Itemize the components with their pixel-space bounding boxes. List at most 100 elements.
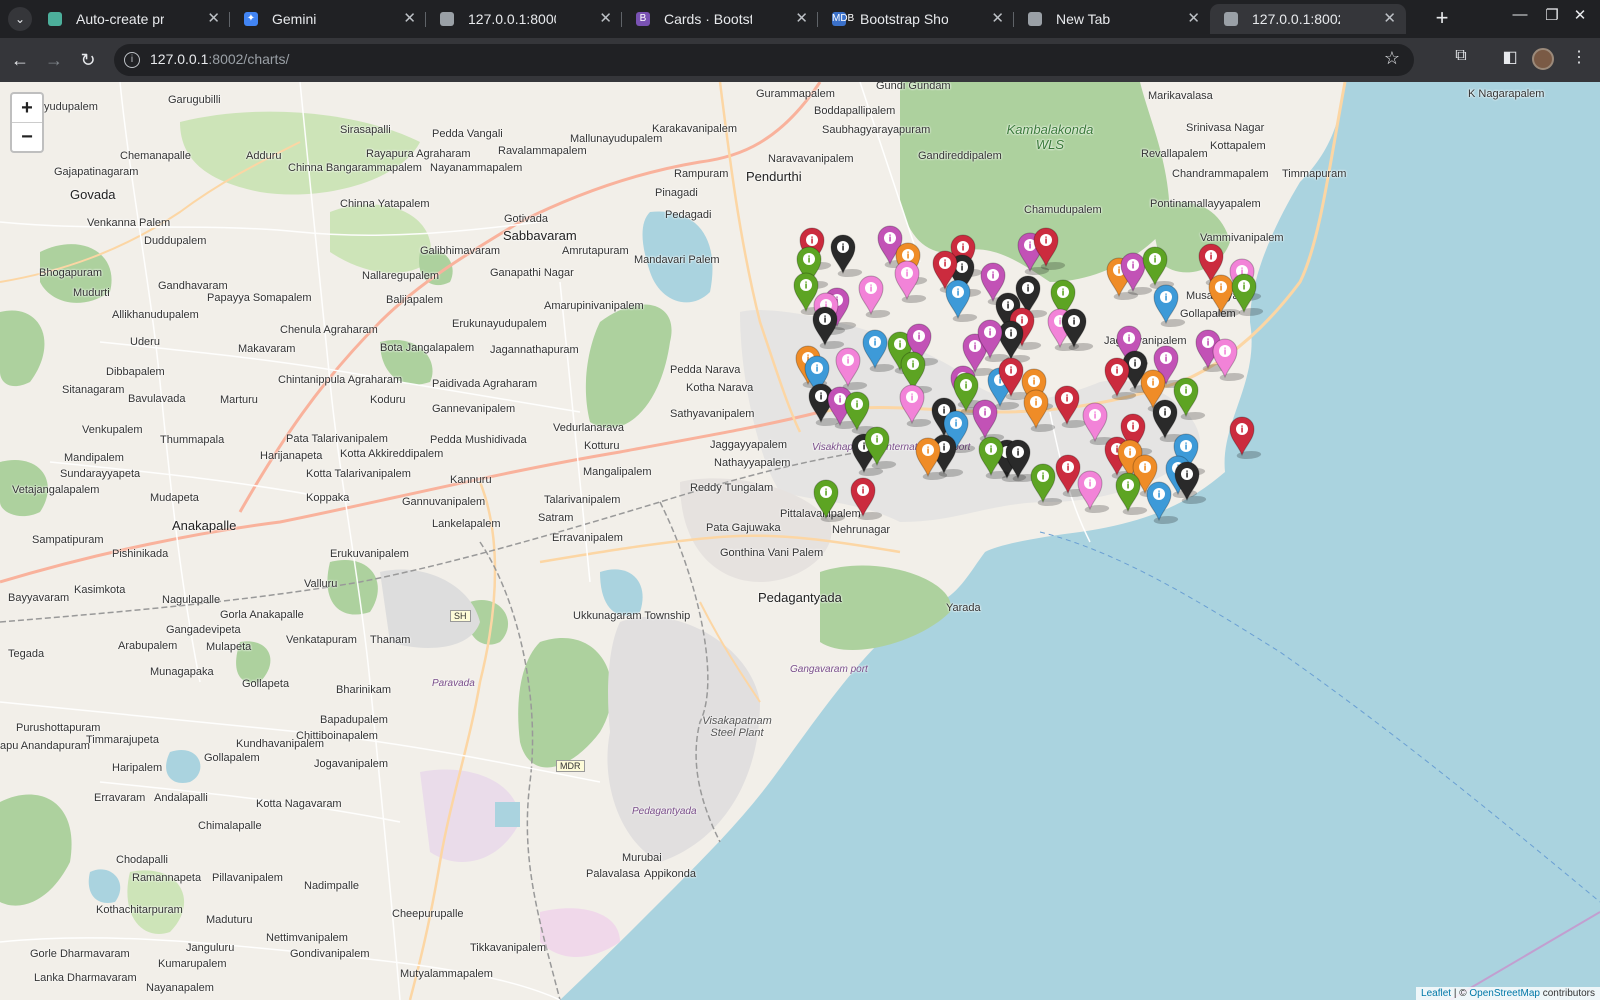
svg-text:i: i [1065,395,1068,405]
url-text[interactable]: 127.0.0.1:8002/charts/ [150,51,289,67]
place-label: Mandavari Palem [634,254,720,266]
map-marker-orange[interactable]: i [914,436,954,480]
place-label: Kotha Narava [686,382,754,394]
bookmark-star-icon[interactable]: ☆ [1384,48,1400,69]
map-marker-pink[interactable]: i [1211,337,1251,381]
place-label: Rayapura Agraharam [366,148,471,160]
place-label: Palavalasa [586,868,640,880]
leaflet-link[interactable]: Leaflet [1421,988,1451,999]
place-label: Kotta Nagavaram [256,798,342,810]
tab-close-icon[interactable]: ✕ [991,4,1004,34]
map-marker-green[interactable]: i [863,425,903,469]
place-label: Jaggayyapalem [710,439,788,451]
svg-text:i: i [1185,471,1188,481]
tab-close-icon[interactable]: ✕ [1187,4,1200,34]
map-marker-green[interactable]: i [1230,272,1270,316]
place-label: Boddapallipalem [814,105,896,117]
place-label: Chemanapalle [120,150,191,162]
tab-1[interactable]: Auto-create profiles ✕ [34,4,230,34]
tab-close-icon[interactable]: ✕ [795,4,808,34]
osm-link[interactable]: OpenStreetMap [1469,988,1540,999]
place-label: Vetajangalapalem [12,484,100,496]
map-marker-red[interactable]: i [1103,356,1143,400]
reload-button[interactable]: ↻ [74,46,102,74]
map-marker-red[interactable]: i [1228,415,1268,459]
tab-4[interactable]: B Cards · Bootstrap v5 ✕ [622,4,818,34]
svg-text:i: i [956,289,959,299]
svg-text:i: i [911,361,914,371]
place-label: Venkupalem [82,424,143,436]
place-label: Marturu [220,394,258,406]
tab-label: Bootstrap Shopping [860,11,948,27]
tab-favicon-icon: ✦ [244,12,258,26]
tab-search-icon[interactable]: ⌄ [8,7,32,31]
menu-kebab-icon[interactable]: ⋮ [1566,47,1592,67]
road-shield: SH [450,610,471,622]
map-marker-black[interactable]: i [811,305,851,349]
tab-label: 127.0.0.1:8002/charts/ [1252,11,1340,27]
back-button[interactable]: ← [6,46,34,74]
svg-text:i: i [1184,387,1187,397]
svg-text:i: i [991,272,994,282]
map-marker-red[interactable]: i [1032,226,1072,270]
close-window-icon[interactable]: ✕ [1560,6,1600,24]
tab-close-icon[interactable]: ✕ [599,4,612,34]
place-label: Gajapatinagaram [54,166,139,178]
place-label: Cheepurupalle [392,908,464,920]
tab-close-icon[interactable]: ✕ [1383,4,1396,34]
address-bar[interactable]: i 127.0.0.1:8002/charts/ ☆ [114,44,1414,76]
profile-avatar[interactable] [1532,48,1554,70]
map-marker-black[interactable]: i [1060,307,1100,351]
place-label: Mutyalammapalem [400,968,493,980]
leaflet-map[interactable]: Govada Sabbavaram Pendurthi Anakapalle Kamba… [0,82,1600,1000]
place-label: Uderu [130,336,160,348]
forward-button[interactable]: → [40,46,68,74]
map-marker-blue[interactable]: i [1152,283,1192,327]
tab-7[interactable]: 127.0.0.1:8002/charts/ ✕ [1210,4,1406,34]
map-marker-green[interactable]: i [812,478,852,522]
side-panel-icon[interactable]: ◧ [1497,47,1523,67]
svg-text:i: i [1115,367,1118,377]
svg-text:i: i [1131,262,1134,272]
tab-2[interactable]: ✦ Gemini ✕ [230,4,426,34]
place-label: Pata Gajuwaka [706,522,781,534]
place-label: Purushottapuram [16,722,101,734]
zoom-out-button[interactable]: − [12,122,42,151]
map-marker-blue[interactable]: i [944,278,984,322]
svg-text:i: i [823,316,826,326]
tab-3[interactable]: 127.0.0.1:8000/shop ✕ [426,4,622,34]
tab-6[interactable]: New Tab ✕ [1014,4,1210,34]
place-label: Kottapalem [1210,140,1266,152]
map-marker-green[interactable]: i [977,435,1017,479]
place-label: Talarivanipalem [544,494,621,506]
svg-text:i: i [875,436,878,446]
place-label: Bota Jangalapalem [380,342,475,354]
map-marker-pink[interactable]: i [1076,469,1116,513]
map-marker-blue[interactable]: i [1145,480,1185,524]
place-label: Appikonda [644,868,696,880]
svg-text:i: i [855,401,858,411]
map-marker-red[interactable]: i [849,476,889,520]
place-label: Gorla Anakapalle [220,609,304,621]
map-marker-green[interactable]: i [1029,462,1069,506]
place-label: Chamudupalem [1024,204,1102,216]
svg-text:i: i [1219,284,1222,294]
place-label: Gotivada [504,213,549,225]
svg-text:i: i [1131,423,1134,433]
tab-label: Gemini [272,11,317,27]
tab-close-icon[interactable]: ✕ [207,4,220,34]
tab-close-icon[interactable]: ✕ [403,4,416,34]
place-label: Andalapalli [154,792,208,804]
place-label: Maduturu [206,914,253,926]
map-marker-pink[interactable]: i [893,259,933,303]
place-label: Gundi Gundam [876,82,951,92]
map-marker-pink[interactable]: i [857,274,897,318]
site-info-icon[interactable]: i [124,52,140,68]
place-label: Gangadevipeta [166,624,241,636]
place-label: Jagannathapuram [490,344,579,356]
map-marker-black[interactable]: i [829,233,869,277]
extensions-icon[interactable]: ⧉ [1448,47,1474,65]
new-tab-button[interactable]: + [1430,6,1454,30]
tab-5[interactable]: MDB Bootstrap Shopping ✕ [818,4,1014,34]
zoom-in-button[interactable]: + [12,94,42,122]
